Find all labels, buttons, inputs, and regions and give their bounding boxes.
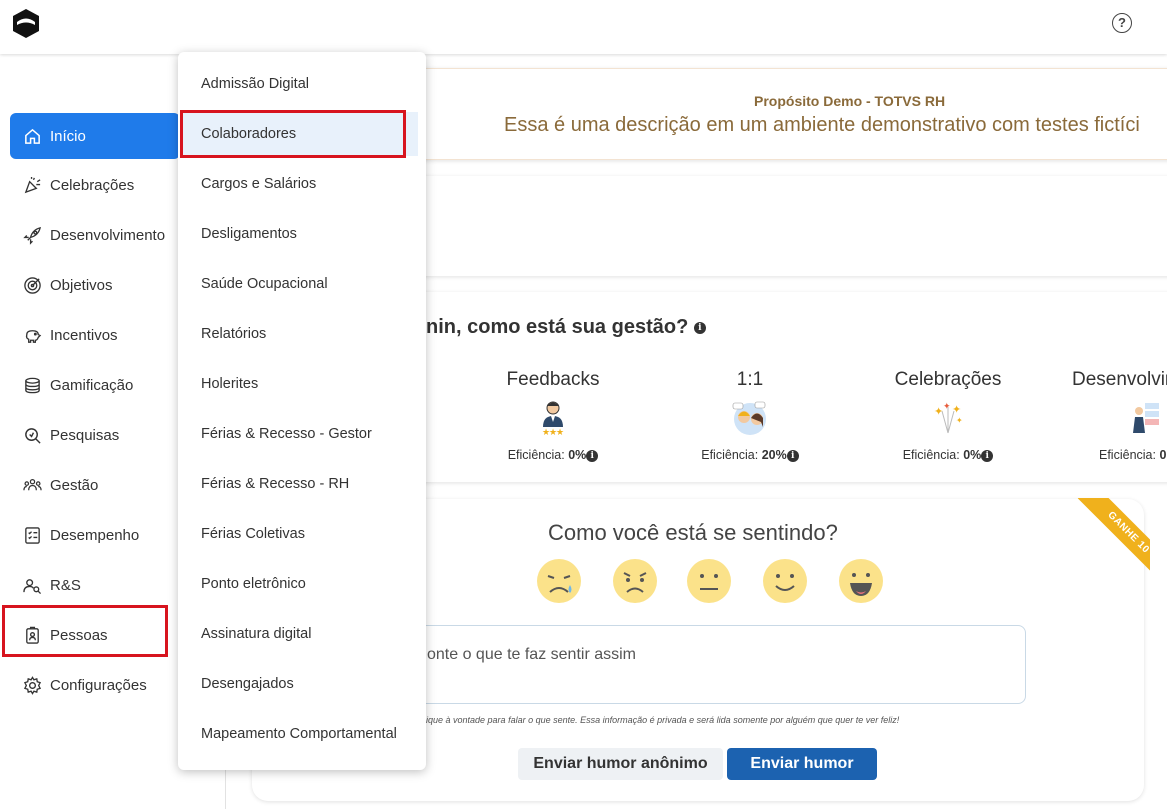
sidebar-item-label: Celebrações [50, 176, 135, 194]
pessoas-dropdown-menu: Admissão Digital Colaboradores Cargos e … [178, 52, 426, 770]
sidebar-item-desempenho[interactable]: Desempenho [10, 512, 180, 558]
menu-item-relatorios[interactable]: Relatórios [182, 312, 418, 356]
id-badge-icon [26, 626, 39, 644]
menu-item-admissao-digital[interactable]: Admissão Digital [182, 62, 418, 106]
sidebar-item-label: Incentivos [50, 326, 118, 344]
ribbon-label: GANHE 10 [1077, 498, 1150, 584]
happy-face-icon[interactable] [762, 558, 808, 604]
sidebar-item-incentivos[interactable]: Incentivos [10, 312, 180, 358]
development-icon [1133, 403, 1159, 433]
menu-item-saude-ocupacional[interactable]: Saúde Ocupacional [182, 262, 418, 306]
sidebar-item-desenvolvimento[interactable]: Desenvolvimento [10, 212, 180, 258]
metric-feedbacks[interactable]: Feedbacks ★ ★ ★ Eficiência: 0% i [493, 369, 613, 462]
home-icon [25, 128, 40, 144]
menu-item-holerites[interactable]: Holerites [182, 362, 418, 406]
team-icon [23, 478, 42, 490]
info-icon[interactable]: i [786, 449, 799, 462]
one-on-one-people-icon [732, 401, 766, 435]
metric-celebracoes[interactable]: Celebrações ✦ ✦ ✦ ✦ Eficiência: 0% i [888, 369, 1008, 462]
sidebar-item-gamificacao[interactable]: Gamificação [10, 362, 180, 408]
app-logo-icon[interactable] [12, 8, 40, 39]
party-popper-icon [24, 176, 41, 193]
mood-privacy-note: ique à vontade para falar o que sente. E… [426, 715, 900, 725]
menu-item-ferias-gestor[interactable]: Férias & Recesso - Gestor [182, 412, 418, 456]
sidebar-item-label: Desenvolvimento [50, 226, 166, 244]
sidebar-item-label: Objetivos [50, 276, 113, 294]
metric-efficiency: Eficiência: 20% i [690, 448, 810, 462]
metric-efficiency: Eficiência: 0% i [493, 448, 613, 462]
menu-item-mapeamento-comportamental[interactable]: Mapeamento Comportamental [182, 712, 418, 756]
metric-efficiency: Eficiência: 0% i [888, 448, 1008, 462]
sidebar-item-label: Gestão [50, 476, 99, 494]
mood-title: Como você está se sentindo? [548, 520, 838, 545]
sidebar-item-label: R&S [50, 576, 81, 594]
blank-card [410, 176, 1167, 276]
send-mood-button[interactable]: Enviar humor [727, 748, 877, 780]
sidebar-item-gestao[interactable]: Gestão [10, 462, 180, 508]
fireworks-icon: ✦ ✦ ✦ ✦ [934, 401, 963, 434]
info-icon[interactable]: i [981, 449, 994, 462]
svg-text:✦: ✦ [956, 416, 963, 425]
sidebar-item-celebracoes[interactable]: Celebrações [10, 162, 180, 208]
sidebar-item-pessoas[interactable]: Pessoas [10, 612, 180, 658]
send-anonymous-mood-button[interactable]: Enviar humor anônimo [518, 748, 723, 780]
metric-name: 1:1 [736, 369, 764, 390]
piggy-bank-icon [25, 329, 42, 343]
gear-icon [23, 675, 42, 695]
menu-item-ferias-coletivas[interactable]: Férias Coletivas [182, 512, 418, 556]
metric-name: Feedbacks [506, 369, 600, 390]
menu-item-desengajados[interactable]: Desengajados [182, 662, 418, 706]
info-icon[interactable]: i [586, 449, 599, 462]
svg-text:✦: ✦ [934, 406, 943, 418]
svg-text:✦: ✦ [952, 404, 961, 416]
sad-face-icon[interactable] [612, 558, 658, 604]
purpose-title: Propósito Demo - TOTVS RH [754, 93, 946, 109]
metric-name: Desenvolvir [1072, 369, 1167, 390]
feedback-person-icon: ★ ★ ★ [542, 401, 564, 437]
svg-text:★: ★ [556, 427, 564, 437]
management-title-rest: , como está sua gestão? [456, 316, 689, 338]
sidebar-item-label: Início [50, 127, 86, 145]
svg-text:✦: ✦ [943, 401, 951, 411]
management-title-name: nin [426, 316, 456, 338]
reward-ribbon: GANHE 10 [1060, 498, 1150, 588]
menu-item-desligamentos[interactable]: Desligamentos [182, 212, 418, 256]
rocket-icon [23, 226, 42, 245]
sidebar-item-label: Gamificação [50, 376, 134, 394]
menu-item-ferias-rh[interactable]: Férias & Recesso - RH [182, 462, 418, 506]
mood-text-input[interactable]: onte o que te faz sentir assim [380, 625, 1026, 704]
management-title: nin, como está sua gestão? i [426, 316, 706, 339]
purpose-description: Essa é uma descrição em um ambiente demo… [504, 114, 1140, 136]
menu-item-ponto-eletronico[interactable]: Ponto eletrônico [182, 562, 418, 606]
sidebar-item-rs[interactable]: R&S [10, 562, 180, 608]
sidebar-item-configuracoes[interactable]: Configurações [10, 662, 180, 708]
sidebar-item-label: Configurações [50, 676, 147, 694]
sidebar-item-inicio[interactable]: Início [10, 113, 180, 159]
info-icon[interactable]: i [693, 321, 706, 334]
sidebar-item-pesquisas[interactable]: Pesquisas [10, 412, 180, 458]
sidebar-item-label: Pesquisas [50, 426, 120, 444]
search-icon [25, 427, 41, 444]
top-bar: ? [0, 0, 1167, 54]
menu-item-assinatura-digital[interactable]: Assinatura digital [182, 612, 418, 656]
sidebar-item-label: Desempenho [50, 526, 140, 544]
crying-face-icon[interactable] [536, 558, 582, 604]
help-icon[interactable]: ? [1112, 13, 1132, 33]
metric-one-on-one[interactable]: 1:1 Eficiência: 20% i [690, 369, 810, 462]
metric-desenvolvimento[interactable]: Desenvolvir Eficiência: 0 [1072, 369, 1167, 462]
target-icon [24, 276, 41, 294]
very-happy-face-icon[interactable] [838, 558, 884, 604]
neutral-face-icon[interactable] [686, 558, 732, 604]
menu-item-colaboradores[interactable]: Colaboradores [182, 112, 418, 156]
sidebar-item-objetivos[interactable]: Objetivos [10, 262, 180, 308]
sidebar-item-label: Pessoas [50, 626, 108, 644]
metric-efficiency: Eficiência: 0 [1099, 448, 1167, 462]
checklist-icon [25, 526, 40, 544]
menu-item-cargos-salarios[interactable]: Cargos e Salários [182, 162, 418, 206]
coins-icon [25, 377, 40, 393]
people-search-icon [23, 578, 42, 594]
metric-name: Celebrações [894, 369, 1002, 390]
